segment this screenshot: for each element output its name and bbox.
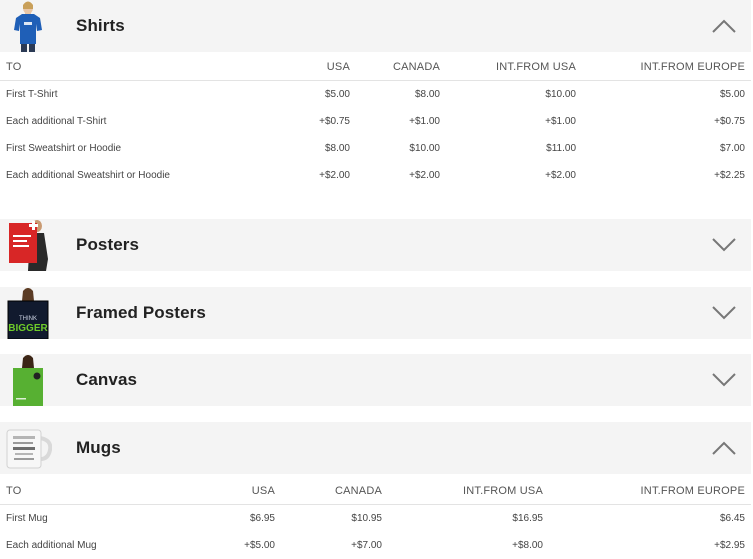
section-header-posters[interactable]: Posters bbox=[0, 219, 751, 271]
table-row: First T-Shirt $5.00 $8.00 $10.00 $5.00 bbox=[0, 81, 751, 109]
column-header-canada: CANADA bbox=[281, 478, 388, 505]
think-text: THINK bbox=[19, 316, 37, 322]
price-int-from-usa: +$1.00 bbox=[545, 116, 576, 127]
price-canada: +$2.00 bbox=[409, 170, 440, 181]
price-usa: +$0.75 bbox=[319, 116, 350, 127]
chevron-down-icon[interactable] bbox=[711, 237, 737, 253]
shirt-thumbnail bbox=[4, 0, 52, 52]
price-int-from-europe: +$2.95 bbox=[714, 540, 745, 551]
price-canada: $8.00 bbox=[414, 89, 440, 100]
chevron-up-icon[interactable] bbox=[711, 440, 737, 456]
column-header-usa: USA bbox=[200, 478, 281, 505]
column-header-usa: USA bbox=[200, 54, 356, 81]
price-usa: $8.00 bbox=[324, 143, 350, 154]
row-label: First T-Shirt bbox=[6, 89, 58, 100]
row-label: First Sweatshirt or Hoodie bbox=[6, 143, 122, 154]
poster-thumbnail bbox=[4, 219, 52, 271]
row-label: First Mug bbox=[6, 513, 48, 524]
price-canada: $10.95 bbox=[351, 513, 382, 524]
section-header-mugs[interactable]: Mugs bbox=[0, 422, 751, 474]
price-canada: +$7.00 bbox=[351, 540, 382, 551]
column-header-int-from-europe: INT.FROM EUROPE bbox=[549, 478, 751, 505]
section-title-framed-posters: Framed Posters bbox=[76, 303, 206, 322]
table-row: Each additional T-Shirt +$0.75 +$1.00 +$… bbox=[0, 108, 751, 135]
column-header-int-from-usa: INT.FROM USA bbox=[446, 54, 582, 81]
row-label: Each additional Sweatshirt or Hoodie bbox=[6, 170, 170, 181]
price-int-from-usa: $16.95 bbox=[512, 513, 543, 524]
column-header-canada: CANADA bbox=[356, 54, 446, 81]
price-int-from-usa: +$2.00 bbox=[545, 170, 576, 181]
table-header-row: TO USA CANADA INT.FROM USA INT.FROM EURO… bbox=[0, 54, 751, 81]
price-usa: +$2.00 bbox=[319, 170, 350, 181]
price-canada: $10.00 bbox=[409, 143, 440, 154]
canvas-thumbnail bbox=[4, 354, 52, 406]
price-int-from-usa: $10.00 bbox=[545, 89, 576, 100]
framed-poster-thumbnail: THINK BIGGER bbox=[4, 287, 52, 339]
column-header-int-from-usa: INT.FROM USA bbox=[388, 478, 549, 505]
column-header-to: TO bbox=[0, 478, 200, 505]
section-header-shirts[interactable]: Shirts bbox=[0, 0, 751, 52]
table-row: First Mug $6.95 $10.95 $16.95 $6.45 bbox=[0, 505, 751, 533]
price-usa: $6.95 bbox=[249, 513, 275, 524]
table-row: Each additional Mug +$5.00 +$7.00 +$8.00… bbox=[0, 532, 751, 559]
bigger-text: BIGGER bbox=[8, 323, 48, 334]
table-row: First Sweatshirt or Hoodie $8.00 $10.00 … bbox=[0, 135, 751, 162]
chevron-down-icon[interactable] bbox=[711, 305, 737, 321]
shirts-shipping-table: TO USA CANADA INT.FROM USA INT.FROM EURO… bbox=[0, 54, 751, 189]
mugs-shipping-table: TO USA CANADA INT.FROM USA INT.FROM EURO… bbox=[0, 478, 751, 559]
price-int-from-usa: +$8.00 bbox=[512, 540, 543, 551]
section-title-mugs: Mugs bbox=[76, 438, 121, 457]
chevron-down-icon[interactable] bbox=[711, 372, 737, 388]
price-int-from-europe: $7.00 bbox=[719, 143, 745, 154]
section-title-posters: Posters bbox=[76, 235, 140, 254]
price-int-from-usa: $11.00 bbox=[546, 143, 576, 154]
section-title-shirts: Shirts bbox=[76, 16, 125, 35]
table-row: Each additional Sweatshirt or Hoodie +$2… bbox=[0, 162, 751, 189]
row-label: Each additional Mug bbox=[6, 540, 97, 551]
column-header-int-from-europe: INT.FROM EUROPE bbox=[582, 54, 751, 81]
section-header-framed-posters[interactable]: THINK BIGGER Framed Posters bbox=[0, 287, 751, 339]
price-canada: +$1.00 bbox=[409, 116, 440, 127]
price-int-from-europe: $6.45 bbox=[719, 513, 745, 524]
price-usa: $5.00 bbox=[324, 89, 350, 100]
price-int-from-europe: +$2.25 bbox=[714, 170, 745, 181]
price-int-from-europe: $5.00 bbox=[719, 89, 745, 100]
chevron-up-icon[interactable] bbox=[711, 18, 737, 34]
section-title-canvas: Canvas bbox=[76, 370, 138, 389]
table-header-row: TO USA CANADA INT.FROM USA INT.FROM EURO… bbox=[0, 478, 751, 505]
price-int-from-europe: +$0.75 bbox=[714, 116, 745, 127]
column-header-to: TO bbox=[0, 54, 200, 81]
price-usa: +$5.00 bbox=[244, 540, 275, 551]
row-label: Each additional T-Shirt bbox=[6, 116, 107, 127]
mug-thumbnail bbox=[4, 422, 52, 474]
section-header-canvas[interactable]: Canvas bbox=[0, 354, 751, 406]
